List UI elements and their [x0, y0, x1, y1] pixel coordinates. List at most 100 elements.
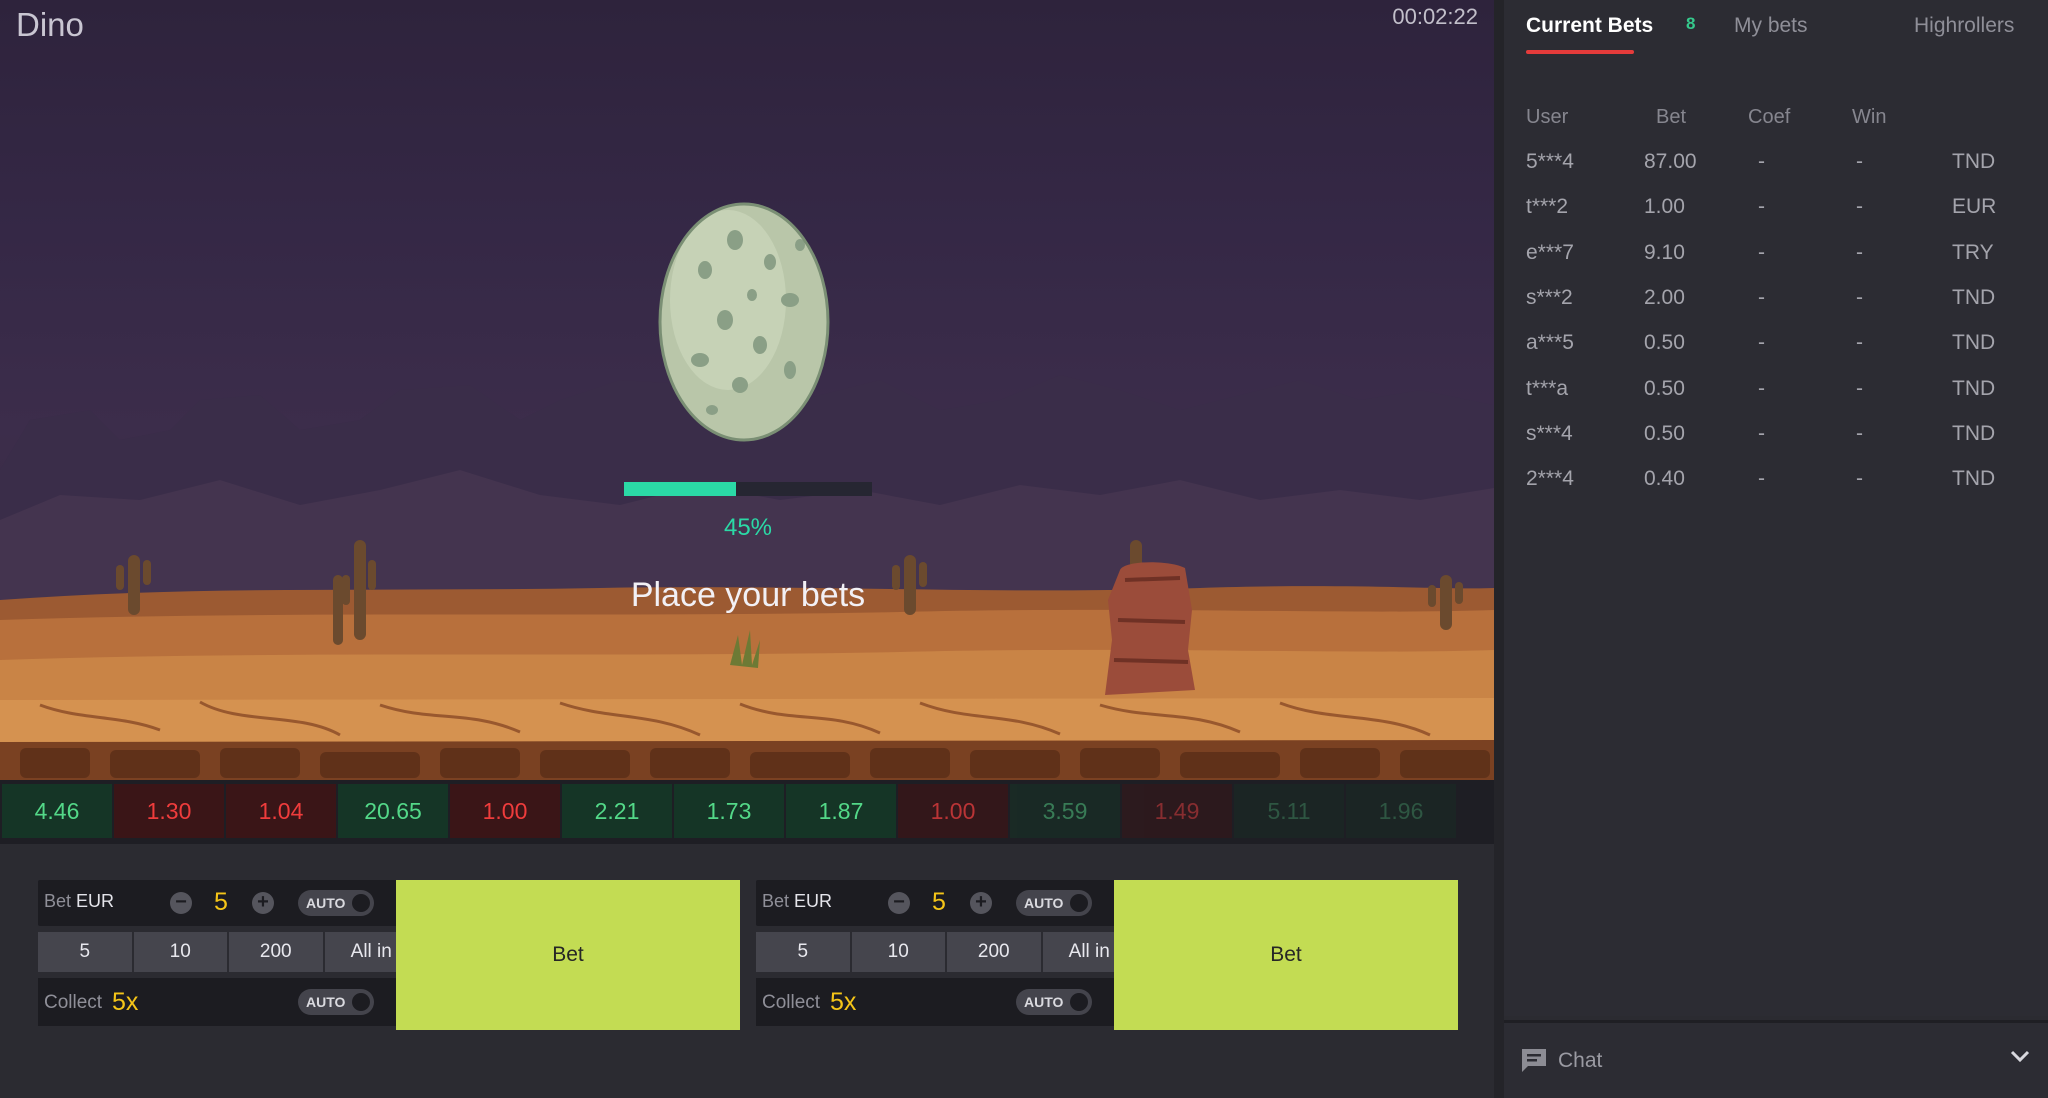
- chat-bar[interactable]: Chat: [1504, 1020, 2048, 1098]
- tab-current-bets[interactable]: Current Bets 8: [1526, 14, 1695, 38]
- cell-currency: EUR: [1952, 195, 1997, 219]
- cell-bet: 0.50: [1644, 421, 1685, 445]
- auto-bet-toggle[interactable]: AUTO: [1016, 890, 1092, 916]
- history-multiplier: 3.59: [1010, 784, 1120, 838]
- cell-coef: -: [1758, 467, 1765, 491]
- tab-highrollers[interactable]: Highrollers: [1914, 14, 2014, 38]
- auto-collect-toggle[interactable]: AUTO: [1016, 989, 1092, 1015]
- auto-bet-toggle[interactable]: AUTO: [298, 890, 374, 916]
- table-row: e***7 9.10 - - TRY: [1504, 241, 2048, 286]
- panel-divider: [1494, 0, 1504, 1098]
- cell-currency: TRY: [1952, 240, 1994, 264]
- round-timer: 00:02:22: [1392, 4, 1478, 29]
- cell-win: -: [1856, 421, 1863, 445]
- history-multiplier: 1.00: [450, 784, 560, 838]
- bet-amount[interactable]: 5: [932, 888, 946, 917]
- table-row: t***2 1.00 - - EUR: [1504, 195, 2048, 240]
- quick-bet-10[interactable]: 10: [133, 932, 227, 972]
- collect-multiplier[interactable]: 5x: [112, 988, 138, 1017]
- cell-bet: 0.50: [1644, 331, 1685, 355]
- history-multiplier: 1.96: [1346, 784, 1456, 838]
- multiplier-history: 4.46 1.30 1.04 20.65 1.00 2.21 1.73 1.87 1.00 3.5…: [0, 780, 1494, 844]
- auto-collect-row: Collect 5x AUTO: [38, 978, 418, 1026]
- table-row: 5***4 87.00 - - TND: [1504, 150, 2048, 195]
- column-win: Win: [1852, 106, 1887, 128]
- cell-user: a***5: [1526, 331, 1574, 355]
- increase-bet-button[interactable]: +: [970, 892, 992, 914]
- history-multiplier: 2.21: [562, 784, 672, 838]
- decrease-bet-button[interactable]: −: [170, 892, 192, 914]
- cell-coef: -: [1758, 376, 1765, 400]
- place-bet-button-2[interactable]: Bet: [1114, 880, 1458, 1030]
- game-title: Dino: [16, 6, 84, 43]
- collect-multiplier[interactable]: 5x: [830, 988, 856, 1017]
- desert-background: [0, 202, 1494, 780]
- tab-my-bets[interactable]: My bets: [1734, 14, 1808, 38]
- progress-bar: [624, 482, 872, 496]
- cell-currency: TND: [1952, 150, 1996, 173]
- cell-coef: -: [1758, 195, 1765, 219]
- table-row: t***a 0.50 - - TND: [1504, 377, 2048, 422]
- history-multiplier: 1.04: [226, 784, 336, 838]
- bet-currency: EUR: [794, 891, 833, 911]
- increase-bet-button[interactable]: +: [252, 892, 274, 914]
- history-multiplier: 5.11: [1234, 784, 1344, 838]
- tab-label: Current Bets: [1526, 14, 1654, 37]
- history-multiplier: 1.30: [114, 784, 224, 838]
- column-coef: Coef: [1748, 106, 1791, 128]
- cell-coef: -: [1758, 421, 1765, 445]
- cell-win: -: [1856, 331, 1863, 355]
- place-bet-button-1[interactable]: Bet: [396, 880, 740, 1030]
- cell-win: -: [1856, 376, 1863, 400]
- column-bet: Bet: [1656, 106, 1687, 128]
- bet-currency: EUR: [76, 891, 115, 911]
- cell-bet: 2.00: [1644, 285, 1685, 309]
- cell-bet: 0.40: [1644, 467, 1685, 491]
- bet-amount-row: Bet EUR − 5 + AUTO: [756, 880, 1136, 926]
- cell-user: 2***4: [1526, 467, 1574, 491]
- chevron-down-icon[interactable]: [2010, 1049, 2030, 1063]
- bet-amount-row: Bet EUR − 5 + AUTO: [38, 880, 418, 926]
- active-tab-indicator: [1526, 50, 1634, 54]
- cell-currency: TND: [1952, 421, 1996, 445]
- quick-bet-200[interactable]: 200: [229, 932, 323, 972]
- bet-label: Bet: [762, 891, 790, 911]
- cell-currency: TND: [1952, 331, 1996, 355]
- auto-collect-row: Collect 5x AUTO: [756, 978, 1136, 1026]
- auto-collect-toggle[interactable]: AUTO: [298, 989, 374, 1015]
- history-multiplier: 1.49: [1122, 784, 1232, 838]
- quick-bet-200[interactable]: 200: [947, 932, 1041, 972]
- bet-amount[interactable]: 5: [214, 888, 228, 917]
- cell-coef: -: [1758, 285, 1765, 309]
- table-row: s***4 0.50 - - TND: [1504, 422, 2048, 467]
- cell-bet: 9.10: [1644, 240, 1685, 264]
- table-row: s***2 2.00 - - TND: [1504, 286, 2048, 331]
- cell-currency: TND: [1952, 376, 1996, 400]
- table-row: a***5 0.50 - - TND: [1504, 331, 2048, 376]
- quick-bet-10[interactable]: 10: [851, 932, 945, 972]
- cell-win: -: [1856, 240, 1863, 264]
- status-prompt: Place your bets: [630, 576, 866, 614]
- cell-user: 5***4: [1526, 150, 1574, 173]
- bets-sidebar: Current Bets 8 My bets Highrollers User …: [1504, 0, 2048, 1016]
- cell-user: e***7: [1526, 240, 1574, 264]
- history-multiplier: 1.73: [674, 784, 784, 838]
- history-multiplier: 4.46: [2, 784, 112, 838]
- cell-win: -: [1856, 150, 1863, 173]
- cell-coef: -: [1758, 150, 1765, 173]
- progress-fill: [624, 482, 736, 496]
- history-multiplier: 1.00: [898, 784, 1008, 838]
- cell-win: -: [1856, 285, 1863, 309]
- quick-bet-5[interactable]: 5: [756, 932, 850, 972]
- cell-bet: 1.00: [1644, 195, 1685, 219]
- cell-coef: -: [1758, 331, 1765, 355]
- history-multiplier: 1.87: [786, 784, 896, 838]
- quick-bet-5[interactable]: 5: [38, 932, 132, 972]
- bet-controls-1: Bet EUR − 5 + AUTO 5 10 200 All in Colle…: [38, 880, 418, 1034]
- bet-area: Bet EUR − 5 + AUTO 5 10 200 All in Colle…: [0, 844, 1494, 1098]
- bet-count-badge: 8: [1686, 14, 1696, 33]
- cell-currency: TND: [1952, 285, 1996, 309]
- decrease-bet-button[interactable]: −: [888, 892, 910, 914]
- quick-bet-row: 5 10 200 All in: [756, 932, 1136, 972]
- cell-coef: -: [1758, 240, 1765, 264]
